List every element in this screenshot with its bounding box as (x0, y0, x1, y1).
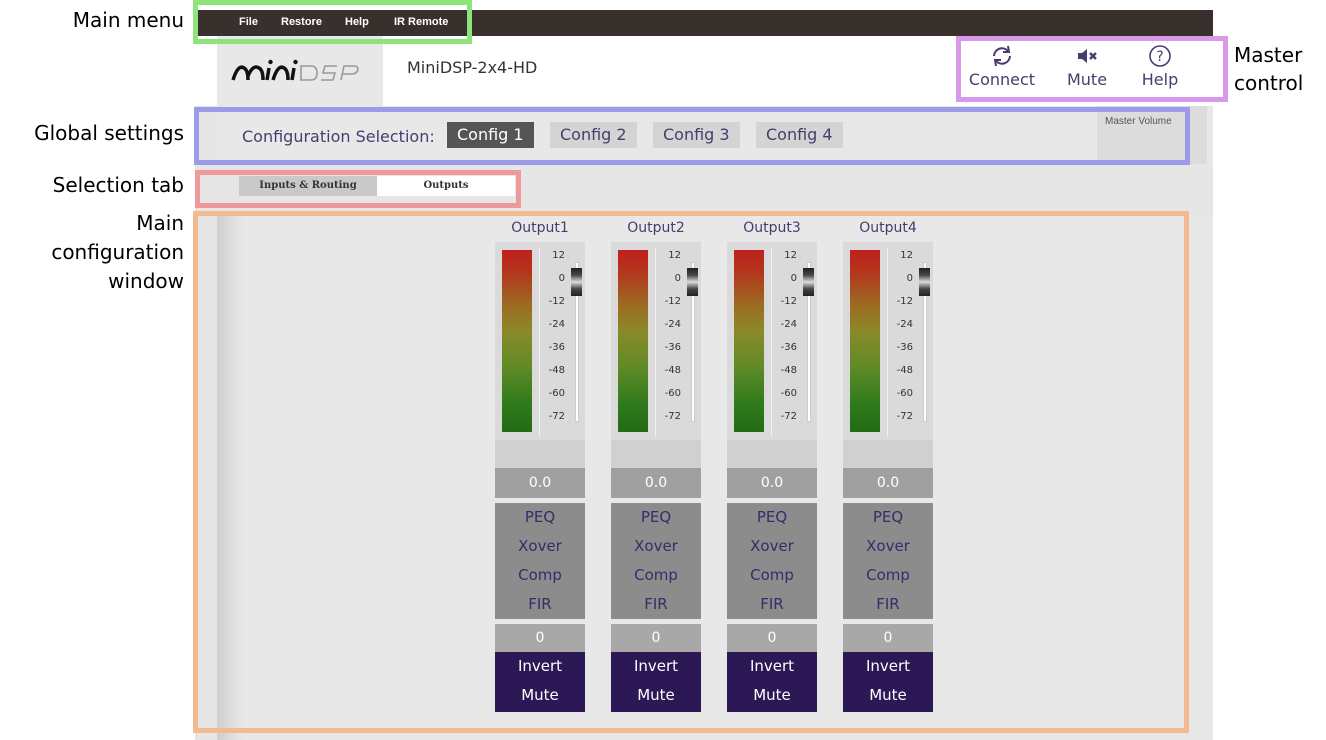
annotation-box-master-control (956, 36, 1228, 102)
annotation-selection-tab: Selection tab (52, 173, 184, 197)
annotation-main-config-2: configuration (51, 240, 184, 264)
annotation-master-control-1: Master (1234, 43, 1303, 67)
annotation-box-main-menu (193, 0, 472, 44)
device-name: MiniDSP-2x4-HD (407, 58, 538, 77)
annotation-box-global-settings (194, 107, 1190, 165)
logo (217, 36, 383, 106)
minidsp-logo-icon (231, 59, 359, 81)
annotation-global-settings: Global settings (34, 121, 184, 145)
annotation-main-menu: Main menu (72, 8, 184, 32)
annotation-box-selection-tab (195, 170, 521, 208)
annotation-master-control-2: control (1234, 71, 1304, 95)
annotation-main-config-3: window (108, 269, 184, 293)
annotation-main-config-1: Main (136, 211, 184, 235)
annotation-box-main-window (193, 211, 1189, 733)
